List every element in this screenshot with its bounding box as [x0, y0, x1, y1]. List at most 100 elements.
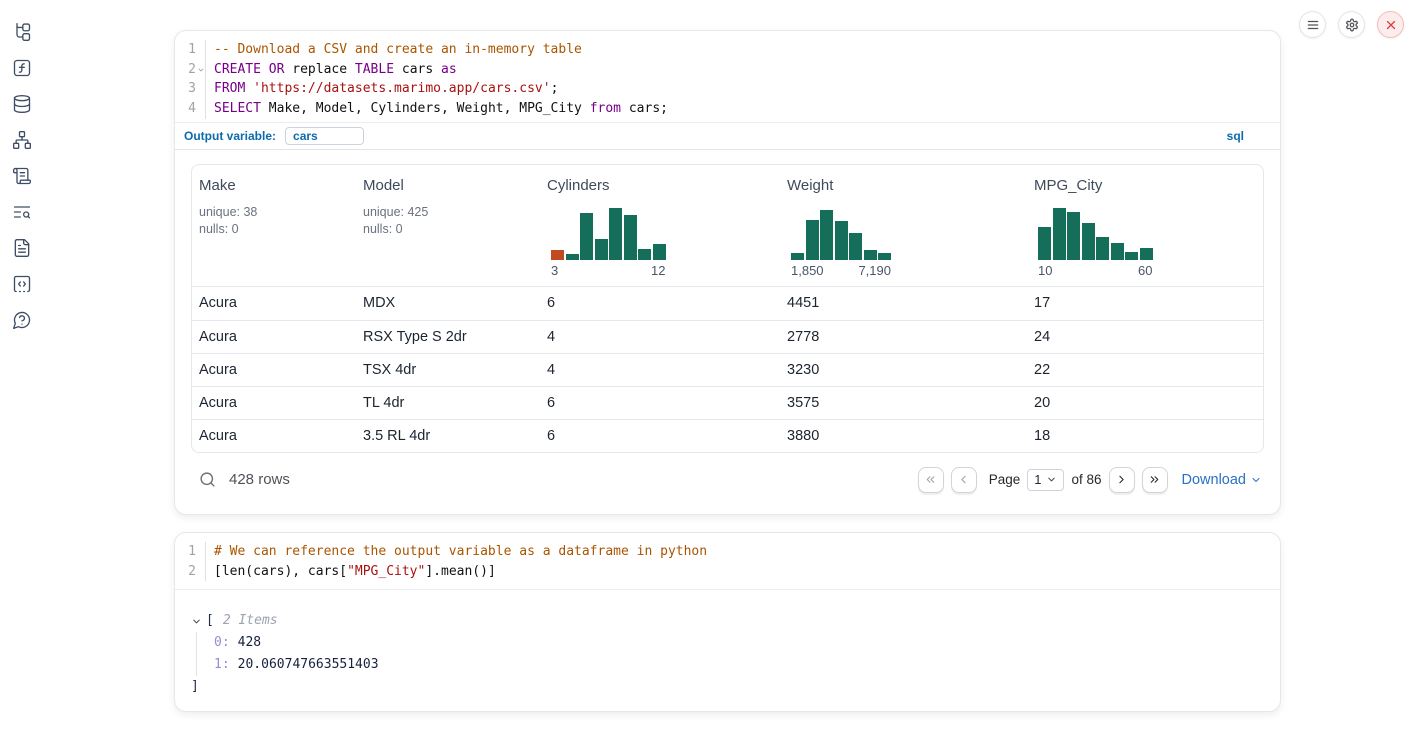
table-cell: 2778 — [780, 321, 1027, 353]
chevrons-right-icon — [1148, 473, 1161, 486]
model-unique-stat: unique: 425 — [363, 204, 532, 221]
hist-bar — [1082, 223, 1095, 260]
table-cell: 24 — [1027, 321, 1263, 353]
model-nulls-stat: nulls: 0 — [363, 221, 532, 238]
hist-bar — [1111, 243, 1124, 260]
table-cell: 3.5 RL 4dr — [356, 420, 540, 452]
table-cell: TSX 4dr — [356, 354, 540, 386]
chevron-left-icon — [957, 473, 970, 486]
database-icon[interactable] — [12, 94, 32, 114]
code-square-icon[interactable] — [12, 274, 32, 294]
first-page-button[interactable] — [918, 467, 944, 493]
table-cell: 17 — [1027, 287, 1263, 320]
column-header-make[interactable]: Make unique: 38 nulls: 0 — [192, 165, 356, 286]
scroll-logs-icon[interactable] — [12, 166, 32, 186]
shutdown-button[interactable] — [1377, 11, 1404, 38]
hist-bar — [1038, 227, 1051, 260]
hist-bar — [1140, 248, 1153, 260]
hist-bar — [849, 233, 862, 260]
hist-bar — [1053, 208, 1066, 260]
prev-page-button[interactable] — [951, 467, 977, 493]
hist-bar — [566, 254, 579, 260]
table-cell: 4 — [540, 321, 780, 353]
table-cell: 22 — [1027, 354, 1263, 386]
page-total: of 86 — [1071, 472, 1101, 487]
column-header-model[interactable]: Model unique: 425 nulls: 0 — [356, 165, 540, 286]
chevrons-left-icon — [924, 473, 937, 486]
menu-icon — [1306, 18, 1320, 32]
function-square-icon[interactable] — [12, 58, 32, 78]
json-open-bracket: [ — [206, 610, 214, 632]
download-label: Download — [1182, 472, 1247, 488]
table-header-row: Make unique: 38 nulls: 0 Model unique: 4… — [192, 165, 1263, 287]
table-row: AcuraTSX 4dr4323022 — [192, 353, 1263, 386]
table-cell: Acura — [192, 354, 356, 386]
python-code-editor[interactable]: 1# We can reference the output variable … — [175, 533, 1280, 590]
code-line: 3FROM 'https://datasets.marimo.app/cars.… — [175, 79, 1280, 99]
table-row: Acura3.5 RL 4dr6388018 — [192, 419, 1263, 452]
file-tree-icon[interactable] — [12, 22, 32, 42]
last-page-button[interactable] — [1142, 467, 1168, 493]
code-line: 2CREATE OR replace TABLE cars as — [175, 60, 1280, 80]
table-footer: 428 rows Page 1 of 86 Download — [199, 465, 1262, 495]
hist-bar — [878, 253, 891, 260]
hist-min-label: 3 — [551, 263, 558, 278]
sql-code-editor[interactable]: 1-- Download a CSV and create an in-memo… — [175, 31, 1280, 119]
make-unique-stat: unique: 38 — [199, 204, 348, 221]
hist-bar — [653, 244, 666, 260]
row-count: 428 rows — [229, 471, 290, 488]
table-cell: Acura — [192, 287, 356, 320]
hist-max-label: 60 — [1138, 263, 1152, 278]
hist-bar — [820, 210, 833, 260]
json-open-line: [ 2 Items — [191, 610, 1280, 632]
next-page-button[interactable] — [1109, 467, 1135, 493]
cylinders-histogram: 312 — [551, 206, 666, 278]
table-cell: 3230 — [780, 354, 1027, 386]
table-cell: Acura — [192, 387, 356, 419]
search-icon[interactable] — [199, 471, 216, 488]
hist-bar — [806, 220, 819, 260]
left-sidebar — [0, 0, 44, 729]
column-header-cylinders[interactable]: Cylinders 312 — [540, 165, 780, 286]
download-button[interactable]: Download — [1182, 472, 1263, 488]
collapse-chevron-icon[interactable] — [191, 616, 202, 627]
dependency-graph-icon[interactable] — [12, 130, 32, 150]
hist-min-label: 10 — [1038, 263, 1052, 278]
hist-bar — [624, 215, 637, 260]
hist-bar — [864, 250, 877, 260]
code-line: 2[len(cars), cars["MPG_City"].mean()] — [175, 562, 1280, 582]
page-select[interactable]: 1 — [1027, 469, 1064, 491]
json-items-label: 2 Items — [223, 610, 278, 632]
column-header-mpg-city[interactable]: MPG_City 1060 — [1027, 165, 1263, 286]
settings-button[interactable] — [1338, 11, 1365, 38]
table-cell: 6 — [540, 420, 780, 452]
table-cell: 3575 — [780, 387, 1027, 419]
hist-bar — [595, 239, 608, 260]
json-entries: 0:4281:20.060747663551403 — [196, 632, 1280, 676]
table-row: AcuraTL 4dr6357520 — [192, 386, 1263, 419]
output-variable-input[interactable] — [285, 127, 364, 145]
hist-bar — [835, 221, 848, 260]
sql-cell: 1-- Download a CSV and create an in-memo… — [174, 30, 1281, 515]
table-cell: Acura — [192, 321, 356, 353]
menu-button[interactable] — [1299, 11, 1326, 38]
table-cell: Acura — [192, 420, 356, 452]
list-search-icon[interactable] — [12, 202, 32, 222]
hist-max-label: 7,190 — [858, 263, 891, 278]
chevron-down-icon — [1250, 474, 1262, 486]
code-line: 1-- Download a CSV and create an in-memo… — [175, 40, 1280, 60]
hist-bar — [580, 213, 593, 260]
table-cell: 20 — [1027, 387, 1263, 419]
page-label: Page — [989, 472, 1021, 487]
help-icon[interactable] — [12, 310, 32, 330]
document-icon[interactable] — [12, 238, 32, 258]
python-output: [ 2 Items 0:4281:20.060747663551403 ] — [175, 590, 1280, 698]
column-header-weight[interactable]: Weight 1,8507,190 — [780, 165, 1027, 286]
table-row: AcuraRSX Type S 2dr4277824 — [192, 320, 1263, 353]
x-icon — [1384, 18, 1398, 32]
fold-chevron-icon[interactable] — [196, 60, 205, 80]
table-cell: MDX — [356, 287, 540, 320]
hist-bar — [791, 253, 804, 260]
table-body: AcuraMDX6445117AcuraRSX Type S 2dr427782… — [192, 287, 1263, 452]
chevron-down-icon — [1046, 474, 1057, 485]
